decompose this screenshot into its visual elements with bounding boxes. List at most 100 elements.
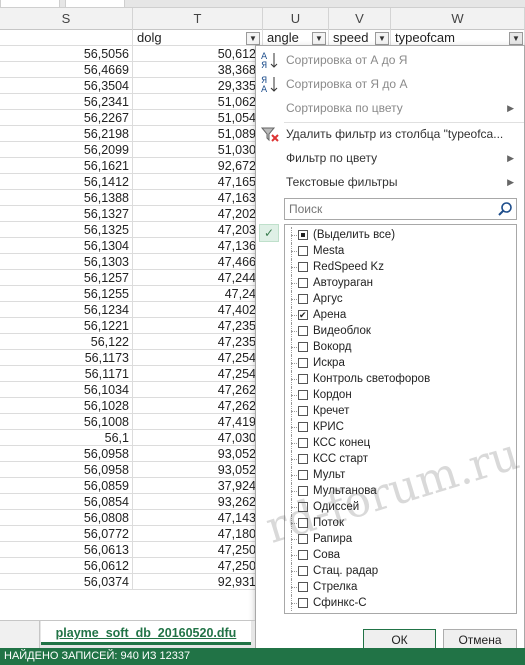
checkbox[interactable]	[298, 374, 308, 384]
cell-s[interactable]: 56,1327	[0, 206, 133, 222]
checkbox[interactable]	[298, 534, 308, 544]
cell-s[interactable]: 56,1008	[0, 414, 133, 430]
cell-t[interactable]: 51,089	[133, 126, 263, 142]
cell-t[interactable]: 47,202	[133, 206, 263, 222]
filter-value-item[interactable]: Mesta	[285, 243, 516, 259]
filter-value-item[interactable]: Искра	[285, 355, 516, 371]
filter-value-item[interactable]: КСС конец	[285, 435, 516, 451]
cell-t[interactable]: 47,235	[133, 334, 263, 350]
cell-s[interactable]: 56,1303	[0, 254, 133, 270]
cell-s[interactable]: 56,1255	[0, 286, 133, 302]
cell-t[interactable]: 47,244	[133, 270, 263, 286]
cell-s[interactable]: 56,122	[0, 334, 133, 350]
checkbox[interactable]	[298, 502, 308, 512]
cell-t[interactable]: 38,368	[133, 62, 263, 78]
cell-t[interactable]: 47,466	[133, 254, 263, 270]
filter-value-item[interactable]: RedSpeed Kz	[285, 259, 516, 275]
header-cell-s[interactable]	[0, 30, 133, 46]
cell-s[interactable]: 56,1304	[0, 238, 133, 254]
cell-s[interactable]: 56,0808	[0, 510, 133, 526]
checkbox[interactable]	[298, 230, 308, 240]
menu-clear-filter[interactable]: Удалить фильтр из столбца "typeofca...	[256, 122, 524, 146]
filter-value-item[interactable]: Одиссей	[285, 499, 516, 515]
checkbox[interactable]	[298, 598, 308, 608]
checkbox[interactable]	[298, 278, 308, 288]
cell-t[interactable]: 47,419	[133, 414, 263, 430]
filter-dropdown-button[interactable]: ▼	[312, 32, 326, 45]
menu-filter-by-color[interactable]: Фильтр по цвету ▶	[256, 146, 524, 170]
filter-value-item[interactable]: Автоураган	[285, 275, 516, 291]
cell-s[interactable]: 56,1173	[0, 350, 133, 366]
cell-s[interactable]: 56,0859	[0, 478, 133, 494]
search-icon[interactable]	[497, 201, 513, 217]
cell-t[interactable]: 37,924	[133, 478, 263, 494]
cell-s[interactable]: 56,0958	[0, 446, 133, 462]
cell-t[interactable]: 93,052	[133, 462, 263, 478]
cell-s[interactable]: 56,1621	[0, 158, 133, 174]
cell-t[interactable]: 47,262	[133, 398, 263, 414]
checkbox[interactable]	[298, 406, 308, 416]
filter-value-item[interactable]: Сфинкс-С	[285, 595, 516, 611]
filter-value-item[interactable]: КСС старт	[285, 451, 516, 467]
header-cell-dolg[interactable]: dolg ▼	[133, 30, 263, 46]
checkbox[interactable]	[298, 342, 308, 352]
cell-t[interactable]: 93,262	[133, 494, 263, 510]
cell-s[interactable]: 56,1221	[0, 318, 133, 334]
cell-t[interactable]: 47,235	[133, 318, 263, 334]
checkbox[interactable]	[298, 262, 308, 272]
cell-s[interactable]: 56,0612	[0, 558, 133, 574]
cell-t[interactable]: 47,250	[133, 542, 263, 558]
cell-s[interactable]: 56,1034	[0, 382, 133, 398]
cell-s[interactable]: 56,1257	[0, 270, 133, 286]
filter-value-item[interactable]: Мультанова	[285, 483, 516, 499]
filter-value-item[interactable]: Вокорд	[285, 339, 516, 355]
cell-t[interactable]: 47,030	[133, 430, 263, 446]
menu-sort-ascending[interactable]: AЯ Сортировка от А до Я	[256, 48, 524, 72]
cell-t[interactable]: 47,254	[133, 350, 263, 366]
header-cell-speed[interactable]: speed ▼	[329, 30, 391, 46]
sheet-nav[interactable]	[0, 621, 40, 648]
filter-value-item[interactable]: Мульт	[285, 467, 516, 483]
filter-active-button[interactable]: ▼	[509, 32, 523, 45]
cell-s[interactable]: 56,5056	[0, 46, 133, 62]
filter-value-item[interactable]: Стац. радар	[285, 563, 516, 579]
cell-s[interactable]: 56,1325	[0, 222, 133, 238]
checkbox[interactable]	[298, 470, 308, 480]
filter-value-item[interactable]: Рапира	[285, 531, 516, 547]
checkbox[interactable]	[298, 582, 308, 592]
cell-s[interactable]: 56,1234	[0, 302, 133, 318]
cell-t[interactable]: 47,250	[133, 558, 263, 574]
cell-t[interactable]: 92,672	[133, 158, 263, 174]
cell-s[interactable]: 56,2198	[0, 126, 133, 142]
filter-dropdown-button[interactable]: ▼	[246, 32, 260, 45]
cell-t[interactable]: 47,203	[133, 222, 263, 238]
cell-t[interactable]: 47,180	[133, 526, 263, 542]
cell-t[interactable]: 47,143	[133, 510, 263, 526]
checkbox[interactable]	[298, 390, 308, 400]
checkbox[interactable]	[298, 246, 308, 256]
checkbox[interactable]	[298, 422, 308, 432]
checkbox[interactable]	[298, 358, 308, 368]
cell-t[interactable]: 51,030	[133, 142, 263, 158]
filter-value-item[interactable]: Аргус	[285, 291, 516, 307]
menu-text-filters[interactable]: Текстовые фильтры ▶	[256, 170, 524, 194]
checkbox[interactable]	[298, 326, 308, 336]
menu-sort-by-color[interactable]: Сортировка по цвету ▶	[256, 96, 524, 120]
cell-s[interactable]: 56,1	[0, 430, 133, 446]
checkbox[interactable]	[298, 550, 308, 560]
filter-value-item[interactable]: Арена	[285, 307, 516, 323]
cell-t[interactable]: 51,062	[133, 94, 263, 110]
filter-value-item[interactable]: (Выделить все)	[285, 227, 516, 243]
cell-s[interactable]: 56,0854	[0, 494, 133, 510]
filter-search-box[interactable]	[284, 198, 517, 220]
column-letter-v[interactable]: V	[329, 8, 391, 30]
cell-t[interactable]: 51,054	[133, 110, 263, 126]
cell-s[interactable]: 56,1171	[0, 366, 133, 382]
header-cell-angle[interactable]: angle ▼	[263, 30, 329, 46]
cell-s[interactable]: 56,3504	[0, 78, 133, 94]
cell-t[interactable]: 50,612	[133, 46, 263, 62]
filter-search-input[interactable]	[285, 199, 485, 219]
filter-value-item[interactable]: Видеоблок	[285, 323, 516, 339]
filter-dropdown-button[interactable]: ▼	[375, 32, 389, 45]
filter-value-item[interactable]: Поток	[285, 515, 516, 531]
